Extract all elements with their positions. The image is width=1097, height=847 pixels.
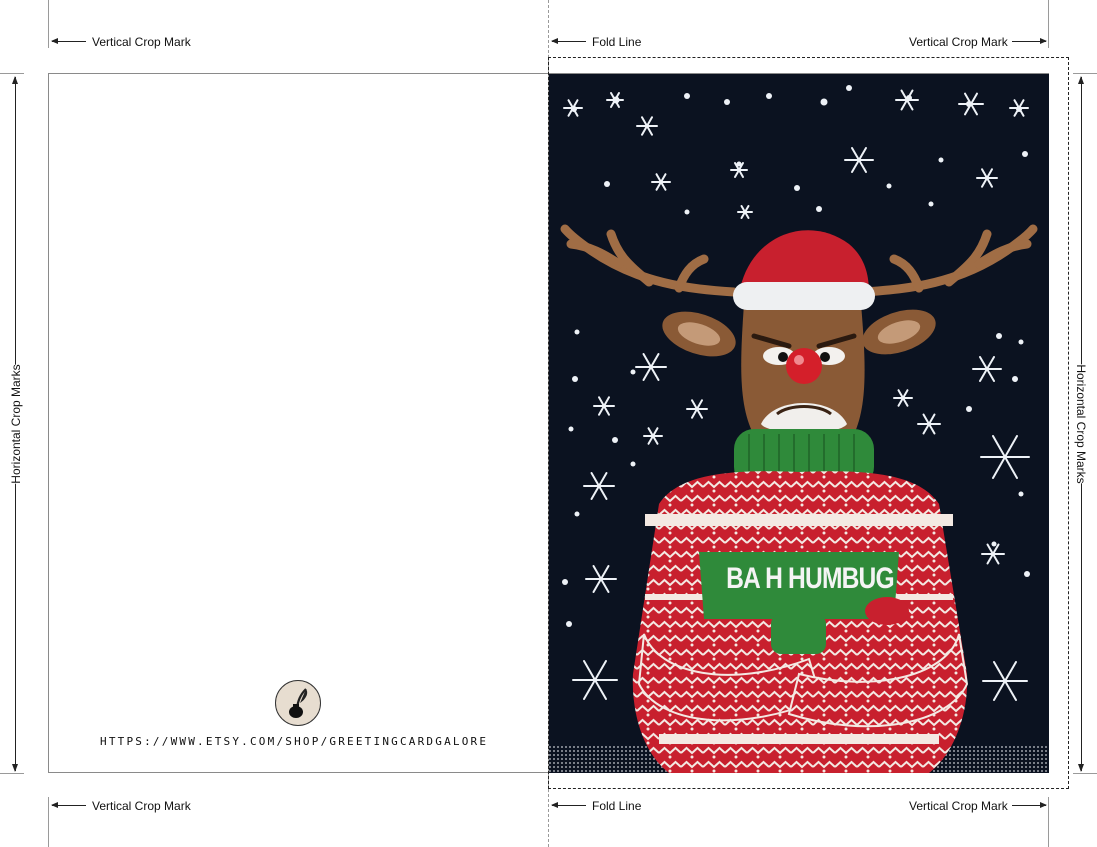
arrow-right-icon xyxy=(1012,38,1047,44)
arrow-left-icon xyxy=(51,38,86,44)
left-crop-line-top xyxy=(48,0,49,48)
arrow-left-icon xyxy=(551,38,586,44)
arrow-left-icon xyxy=(551,802,586,808)
right-crop-line-top xyxy=(1048,0,1049,48)
vertical-crop-mark-label-bottom-right: Vertical Crop Mark xyxy=(909,799,1008,813)
vertical-crop-mark-label-bottom-left: Vertical Crop Mark xyxy=(92,799,191,813)
vertical-crop-mark-label-top-right: Vertical Crop Mark xyxy=(909,35,1008,49)
ink-quill-icon xyxy=(275,680,321,726)
top-crop-line-left xyxy=(0,73,24,74)
fold-line-label-bottom: Fold Line xyxy=(592,799,642,813)
vertical-crop-mark-label-top-left: Vertical Crop Mark xyxy=(92,35,191,49)
arrow-right-icon xyxy=(1012,802,1047,808)
bottom-crop-line-left xyxy=(0,773,24,774)
horizontal-crop-marks-label-right: Horizontal Crop Marks xyxy=(1070,364,1092,484)
fold-line-label-top: Fold Line xyxy=(592,35,642,49)
shop-url: HTTPS://WWW.ETSY.COM/SHOP/GREETINGCARDGA… xyxy=(100,735,489,748)
arrow-left-icon xyxy=(51,802,86,808)
horizontal-crop-marks-label-left: Horizontal Crop Marks xyxy=(5,364,27,484)
top-crop-line-right xyxy=(1073,73,1097,74)
front-panel-dashed-guide xyxy=(548,57,1069,789)
left-crop-line-bottom xyxy=(48,797,49,847)
right-crop-line-bottom xyxy=(1048,797,1049,847)
bottom-crop-line-right xyxy=(1073,773,1097,774)
